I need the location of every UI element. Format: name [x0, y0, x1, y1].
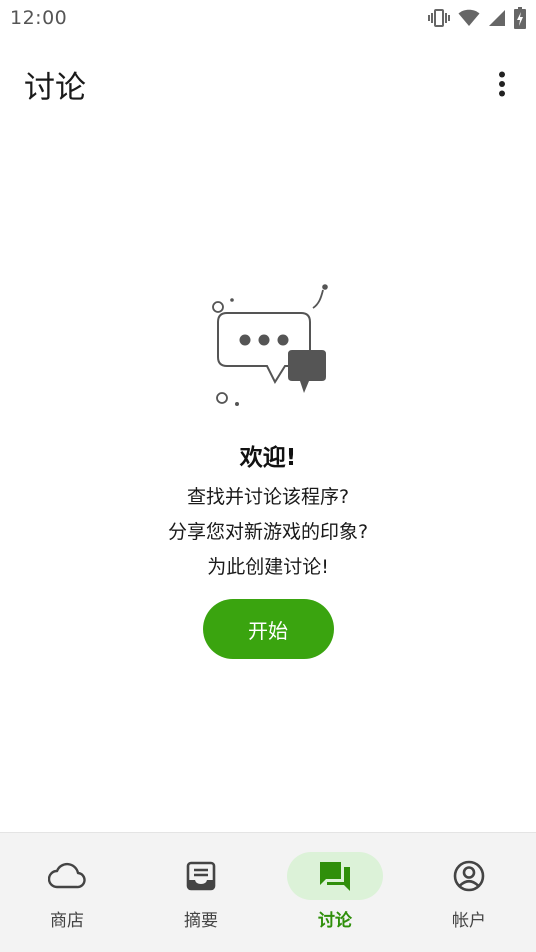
more-vert-icon [499, 71, 505, 97]
nav-label-discussions: 讨论 [318, 911, 352, 931]
empty-state: 欢迎! 查找并讨论该程序? 分享您对新游戏的印象? 为此创建讨论! 开始 [0, 280, 536, 659]
cloud-icon [48, 862, 86, 889]
app-bar: 讨论 [0, 56, 536, 112]
signal-icon [488, 9, 506, 27]
nav-label-account: 帐户 [452, 911, 486, 931]
bottom-nav: 商店 摘要 讨论 帐户 [0, 832, 536, 952]
more-options-button[interactable] [486, 64, 518, 104]
account-icon [453, 860, 485, 892]
status-bar: 12:00 [0, 0, 536, 36]
nav-item-discussions[interactable]: 讨论 [268, 833, 402, 952]
wifi-icon [458, 9, 480, 27]
status-icons [428, 7, 526, 29]
nav-item-account[interactable]: 帐户 [402, 833, 536, 952]
nav-label-store: 商店 [50, 911, 84, 931]
forum-icon [320, 862, 350, 891]
screen: 12:00 讨论 欢迎! 查找并讨论该程序? 分享您对新游戏的印象? 为此创建讨… [0, 0, 536, 952]
nav-item-store[interactable]: 商店 [0, 833, 134, 952]
start-button[interactable]: 开始 [202, 599, 334, 659]
vibrate-icon [428, 8, 450, 28]
battery-icon [514, 7, 526, 29]
page-title: 讨论 [24, 69, 86, 106]
welcome-message: 查找并讨论该程序? 分享您对新游戏的印象? 为此创建讨论! [168, 480, 368, 585]
chat-bubbles-illustration [212, 284, 328, 406]
welcome-line: 分享您对新游戏的印象? [167, 521, 369, 543]
inbox-icon [186, 861, 216, 891]
welcome-title: 欢迎! [239, 445, 297, 471]
status-time: 12:00 [10, 7, 68, 29]
welcome-line: 查找并讨论该程序? [186, 486, 350, 508]
nav-item-digest[interactable]: 摘要 [134, 833, 268, 952]
welcome-line: 为此创建讨论! [207, 556, 329, 578]
nav-label-digest: 摘要 [184, 911, 218, 931]
